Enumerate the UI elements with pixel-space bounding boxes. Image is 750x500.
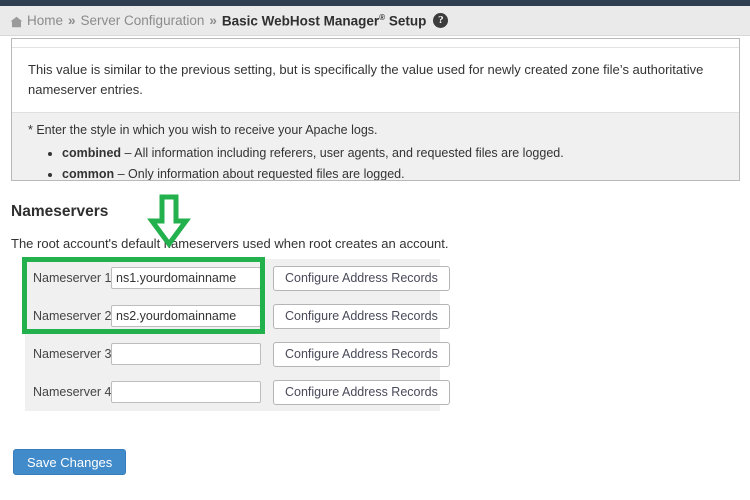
log-style-list: combined – All information including ref… bbox=[28, 143, 723, 181]
help-icon[interactable]: ? bbox=[433, 13, 449, 28]
list-item-term: combined bbox=[62, 146, 122, 161]
home-icon bbox=[10, 16, 23, 28]
panel-description-text: This value is similar to the previous se… bbox=[28, 62, 704, 98]
nameserver-row-2: Nameserver 2: Configure Address Records bbox=[25, 297, 450, 335]
list-item-term: common bbox=[62, 166, 115, 181]
section-description: The root account's default nameservers u… bbox=[11, 236, 449, 251]
panel-description-section: This value is similar to the previous se… bbox=[12, 48, 739, 113]
nameserver-1-input[interactable] bbox=[111, 267, 261, 289]
configure-address-records-button-2[interactable]: Configure Address Records bbox=[273, 303, 450, 329]
list-item: common – Only information about requeste… bbox=[62, 164, 723, 181]
list-item-dash: – bbox=[117, 166, 125, 181]
list-item: combined – All information including ref… bbox=[62, 143, 723, 164]
breadcrumb-separator: » bbox=[68, 13, 76, 28]
green-down-arrow-annotation-icon bbox=[147, 194, 191, 249]
nameserver-4-label: Nameserver 4: bbox=[33, 385, 115, 399]
nameserver-4-input[interactable] bbox=[111, 381, 261, 403]
list-item-text: Only information about requested files a… bbox=[128, 166, 405, 181]
nameserver-2-label: Nameserver 2: bbox=[33, 309, 115, 323]
configure-address-records-button-3[interactable]: Configure Address Records bbox=[273, 341, 450, 367]
info-panel: This value is similar to the previous se… bbox=[11, 38, 740, 181]
breadcrumb: Home » Server Configuration » Basic WebH… bbox=[0, 6, 750, 36]
save-changes-button[interactable]: Save Changes bbox=[13, 449, 127, 475]
nameservers-form-panel: Nameserver 1: Configure Address Records … bbox=[25, 259, 450, 411]
registered-mark: ® bbox=[379, 12, 386, 22]
breadcrumb-separator-2: » bbox=[209, 13, 217, 28]
breadcrumb-current-suffix: Setup bbox=[388, 13, 427, 29]
list-item-dash: – bbox=[124, 146, 132, 161]
nameserver-row-4: Nameserver 4: Configure Address Records bbox=[25, 373, 450, 411]
nameserver-row-1: Nameserver 1: Configure Address Records bbox=[25, 259, 450, 297]
nameserver-3-label: Nameserver 3: bbox=[33, 347, 115, 361]
list-item-text: All information including referers, user… bbox=[134, 146, 564, 161]
breadcrumb-current-name: Basic WebHost Manager bbox=[221, 13, 380, 29]
nameserver-1-label: Nameserver 1: bbox=[33, 271, 115, 285]
page-title: Nameservers bbox=[11, 203, 109, 220]
panel-log-style-section: * Enter the style in which you wish to r… bbox=[12, 112, 739, 181]
log-style-note: * Enter the style in which you wish to r… bbox=[28, 123, 378, 138]
nameserver-row-3: Nameserver 3: Configure Address Records bbox=[25, 335, 450, 373]
breadcrumb-current: Basic WebHost Manager® Setup bbox=[222, 13, 426, 29]
breadcrumb-link-home[interactable]: Home bbox=[27, 13, 63, 28]
nameserver-2-input[interactable] bbox=[111, 305, 261, 327]
nameserver-3-input[interactable] bbox=[111, 343, 261, 365]
configure-address-records-button-1[interactable]: Configure Address Records bbox=[273, 265, 450, 291]
panel-clipped-row bbox=[12, 39, 739, 48]
breadcrumb-link-server-configuration[interactable]: Server Configuration bbox=[81, 13, 205, 28]
configure-address-records-button-4[interactable]: Configure Address Records bbox=[273, 379, 450, 405]
